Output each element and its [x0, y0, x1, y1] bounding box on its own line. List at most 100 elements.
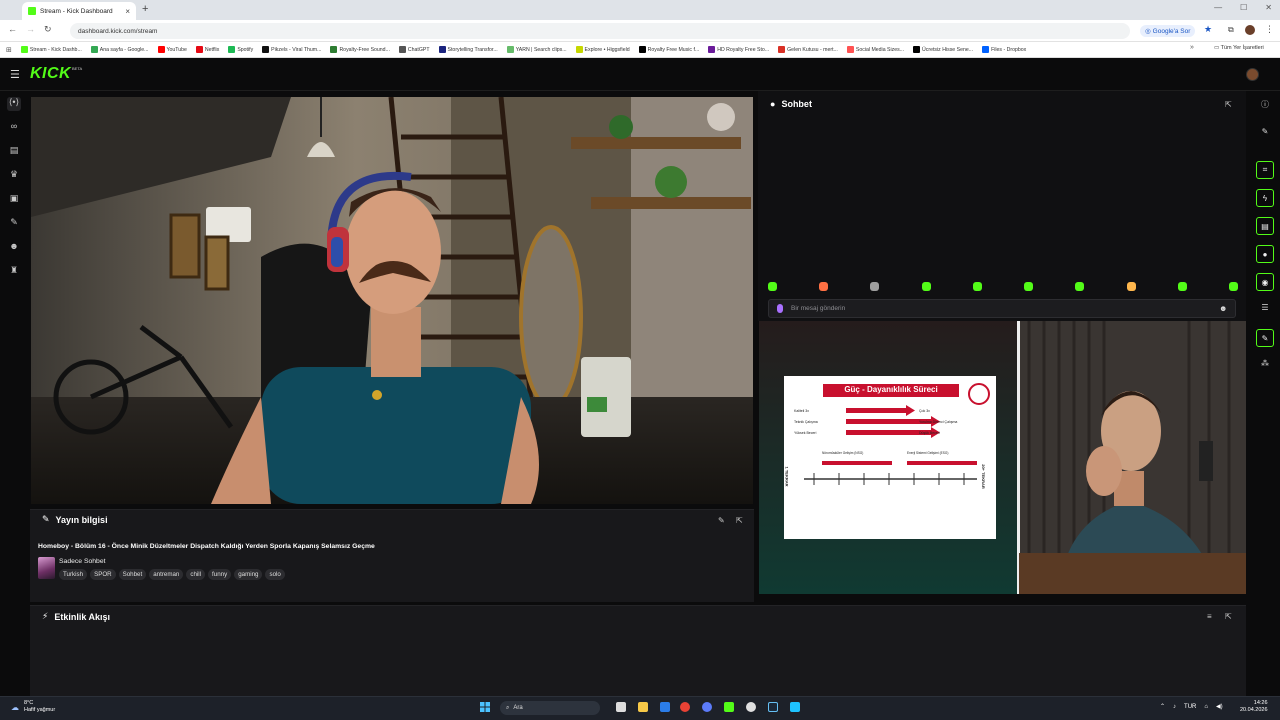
- bookmark-star-icon[interactable]: ★: [1204, 24, 1212, 35]
- bookmarks-more[interactable]: »: [1190, 44, 1194, 51]
- tag-chip[interactable]: antreman: [149, 569, 184, 580]
- google-sor-button[interactable]: ◎ Google'a Sor: [1140, 25, 1196, 37]
- tag-chip[interactable]: gaming: [234, 569, 263, 580]
- tag-chip[interactable]: SPOR: [90, 569, 116, 580]
- bookmark-item[interactable]: Pikzels - Viral Thum...: [262, 46, 321, 53]
- link-icon[interactable]: ∞: [7, 121, 21, 135]
- analytics-icon[interactable]: ▤: [7, 145, 21, 159]
- obs-icon[interactable]: [746, 702, 756, 712]
- bookmark-item[interactable]: Ücretsiz Hisse Sene...: [913, 46, 973, 53]
- tool-icon[interactable]: ✎: [1256, 329, 1274, 347]
- emote-icon[interactable]: [1075, 282, 1085, 291]
- emote-icon[interactable]: [768, 282, 777, 291]
- bookmark-item[interactable]: Netflix: [195, 46, 219, 53]
- bookmark-item[interactable]: Spotify: [228, 46, 253, 53]
- all-bookmarks-button[interactable]: ▭ Tüm Yer İşaretleri: [1214, 45, 1264, 51]
- forward-icon[interactable]: →: [26, 24, 35, 34]
- bookmark-item[interactable]: YARN | Search clips...: [506, 46, 567, 53]
- tag-chip[interactable]: funny: [208, 569, 232, 580]
- bookmark-item[interactable]: Ana sayfa - Google...: [90, 46, 149, 53]
- weather-widget[interactable]: 8°C Hafif yağmur: [24, 700, 55, 714]
- notes-app-icon[interactable]: [790, 702, 800, 712]
- activity-popout-icon[interactable]: ⇱: [1225, 612, 1232, 621]
- bookmark-item[interactable]: Royalty Free Music f...: [638, 46, 699, 53]
- chat-input[interactable]: Bir mesaj gönderin: [768, 299, 1236, 318]
- share-icon[interactable]: ⁂: [1258, 359, 1272, 373]
- emote-icon[interactable]: [819, 282, 829, 291]
- emote-icon[interactable]: [1228, 282, 1238, 291]
- bookmark-item[interactable]: Storytelling Transfor...: [438, 46, 498, 53]
- notes-icon[interactable]: ▤: [1256, 217, 1274, 235]
- tab-close-icon[interactable]: ×: [125, 7, 130, 16]
- chrome-icon[interactable]: [680, 702, 690, 712]
- emote-icon[interactable]: [1024, 282, 1034, 291]
- back-icon[interactable]: ←: [8, 24, 17, 34]
- tag-chip[interactable]: chill: [186, 569, 206, 580]
- apps-grid-icon[interactable]: ⊞: [6, 46, 12, 54]
- bookmark-item[interactable]: HD Royalty Free Sto...: [708, 46, 769, 53]
- taskbar-search[interactable]: ⌕ Ara: [500, 701, 600, 715]
- tray-chevron-icon[interactable]: ⌃: [1160, 703, 1165, 710]
- edit-icon[interactable]: ✎: [718, 516, 725, 525]
- pencil-icon[interactable]: ✎: [1258, 127, 1272, 141]
- maximize-icon[interactable]: ☐: [1240, 3, 1247, 12]
- emote-icon[interactable]: [870, 282, 880, 291]
- browser-menu-icon[interactable]: ⋮: [1265, 24, 1274, 35]
- windows-start-icon[interactable]: [480, 702, 490, 712]
- emote-icon[interactable]: [1177, 282, 1187, 291]
- file-explorer-icon[interactable]: [638, 702, 648, 712]
- bookmark-item[interactable]: Stream - Kick Dashb...: [20, 46, 82, 53]
- profile-avatar[interactable]: [1245, 25, 1255, 35]
- secondary-video[interactable]: Güç - Dayanıklılık Süreci Kaliteli 3x Te…: [759, 321, 1246, 594]
- bookmark-item[interactable]: Files - Dropbox: [982, 46, 1026, 53]
- steam-icon[interactable]: [768, 702, 778, 712]
- close-window-icon[interactable]: ✕: [1265, 3, 1272, 12]
- language-indicator[interactable]: TUR: [1184, 704, 1196, 710]
- task-view-icon[interactable]: [616, 702, 626, 712]
- volume-icon[interactable]: ◀): [1216, 703, 1223, 710]
- info-icon[interactable]: ⓘ: [1258, 99, 1272, 113]
- extensions-icon[interactable]: ⧉: [1228, 25, 1234, 35]
- kick-taskbar-icon[interactable]: [724, 702, 734, 712]
- popout-icon[interactable]: ⇱: [736, 516, 743, 525]
- emote-icon[interactable]: [1126, 282, 1136, 291]
- tools-icon[interactable]: ✎: [7, 217, 21, 231]
- tag-chip[interactable]: solo: [265, 569, 285, 580]
- app-icon[interactable]: [702, 702, 712, 712]
- reload-icon[interactable]: ↻: [44, 24, 52, 35]
- message-icon[interactable]: ●: [1256, 245, 1274, 263]
- clip-icon[interactable]: ⌗: [1256, 161, 1274, 179]
- bookmark-item[interactable]: Explore • Higgsfield: [575, 46, 630, 53]
- tag-chip[interactable]: Sohbet: [118, 569, 147, 580]
- new-tab-button[interactable]: +: [142, 3, 148, 15]
- chat-popout-icon[interactable]: ⇱: [1225, 100, 1232, 109]
- filter-icon[interactable]: ≡: [1207, 612, 1212, 621]
- emoji-icon[interactable]: ☻: [1219, 304, 1227, 313]
- broadcast-icon[interactable]: ◉: [1256, 273, 1274, 291]
- browser-tab[interactable]: Stream - Kick Dashboard ×: [22, 2, 136, 20]
- tag-chip[interactable]: Turkish: [59, 569, 88, 580]
- menu-icon[interactable]: ☰: [10, 68, 20, 81]
- bookmark-item[interactable]: ChatGPT: [398, 46, 430, 53]
- url-input[interactable]: dashboard.kick.com/stream: [70, 23, 1130, 39]
- community-icon[interactable]: ☻: [7, 241, 21, 255]
- trophy-icon[interactable]: ♛: [7, 169, 21, 183]
- mic-tray-icon[interactable]: ♪: [1173, 704, 1176, 710]
- store-icon[interactable]: [660, 702, 670, 712]
- bookmark-item[interactable]: Gelen Kutusu - mert...: [778, 46, 838, 53]
- category-name[interactable]: Sadece Sohbet: [59, 558, 105, 565]
- bookmark-item[interactable]: YouTube: [157, 46, 187, 53]
- media-icon[interactable]: ▣: [7, 193, 21, 207]
- bookmark-item[interactable]: Royalty-Free Sound...: [330, 46, 390, 53]
- mic-icon[interactable]: [777, 304, 783, 313]
- clock[interactable]: 14:26 20.04.2026: [1240, 700, 1268, 714]
- stream-preview-video[interactable]: [31, 97, 753, 504]
- bookmark-item[interactable]: Social Media Sizes...: [846, 46, 904, 53]
- minimize-icon[interactable]: —: [1214, 3, 1222, 12]
- emote-icon[interactable]: [921, 282, 931, 291]
- stack-icon[interactable]: ☰: [1258, 303, 1272, 317]
- kick-logo[interactable]: KICK: [30, 65, 71, 83]
- user-avatar[interactable]: [1246, 68, 1259, 81]
- network-icon[interactable]: ⌂: [1204, 704, 1208, 710]
- creator-icon[interactable]: ♜: [7, 265, 21, 279]
